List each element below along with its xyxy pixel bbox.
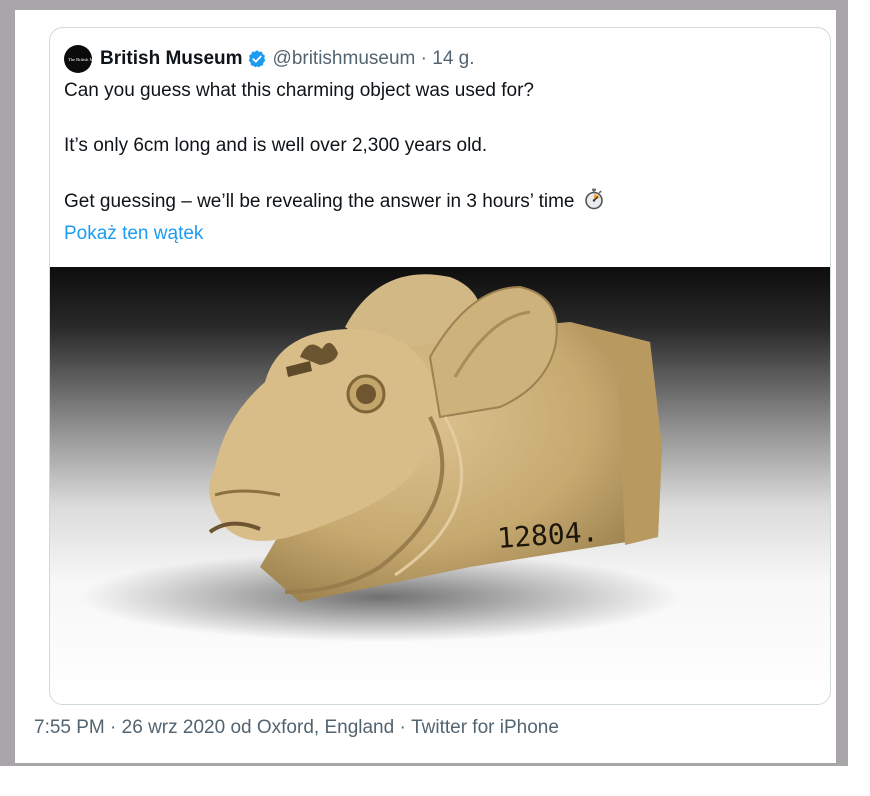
tweet-location[interactable]: Oxford, England bbox=[257, 717, 394, 739]
tweet-time[interactable]: 7:55 PM bbox=[34, 717, 105, 739]
author-name[interactable]: British Museum bbox=[100, 48, 243, 70]
tweet-text-line-3: Get guessing – we’ll be revealing the an… bbox=[64, 188, 604, 216]
verified-badge-icon bbox=[247, 49, 267, 69]
header-separator: · bbox=[415, 48, 433, 69]
tweet-header: The British Museum British Museum @briti… bbox=[64, 44, 475, 74]
tweet-text-line-3-text: Get guessing – we’ll be revealing the an… bbox=[64, 191, 575, 212]
tweet-client[interactable]: Twitter for iPhone bbox=[411, 717, 559, 739]
meta-from: od bbox=[225, 717, 257, 738]
tweet-text-line-2: It’s only 6cm long and is well over 2,30… bbox=[64, 135, 488, 156]
avatar-logo-text: The British Museum bbox=[68, 56, 92, 62]
object-number-label: 12804. bbox=[496, 515, 599, 555]
tweet-photo[interactable]: 12804. bbox=[50, 267, 830, 704]
avatar[interactable]: The British Museum bbox=[64, 45, 92, 73]
tweet-card: The British Museum British Museum @briti… bbox=[15, 10, 836, 763]
show-thread-link[interactable]: Pokaż ten wątek bbox=[64, 223, 203, 245]
quoted-tweet[interactable]: The British Museum British Museum @briti… bbox=[49, 27, 831, 705]
meta-separator-1: · bbox=[104, 717, 122, 738]
tweet-date[interactable]: 26 wrz 2020 bbox=[122, 717, 226, 739]
rabbit-object-illustration: 12804. bbox=[80, 274, 680, 642]
tweet-age[interactable]: 14 g. bbox=[432, 48, 474, 70]
meta-separator-2: · bbox=[394, 717, 412, 738]
stopwatch-icon bbox=[584, 188, 604, 216]
tweet-meta: 7:55 PM · 26 wrz 2020 od Oxford, England… bbox=[34, 717, 559, 739]
author-handle[interactable]: @britishmuseum bbox=[273, 48, 416, 70]
tweet-text-line-1: Can you guess what this charming object … bbox=[64, 80, 534, 101]
